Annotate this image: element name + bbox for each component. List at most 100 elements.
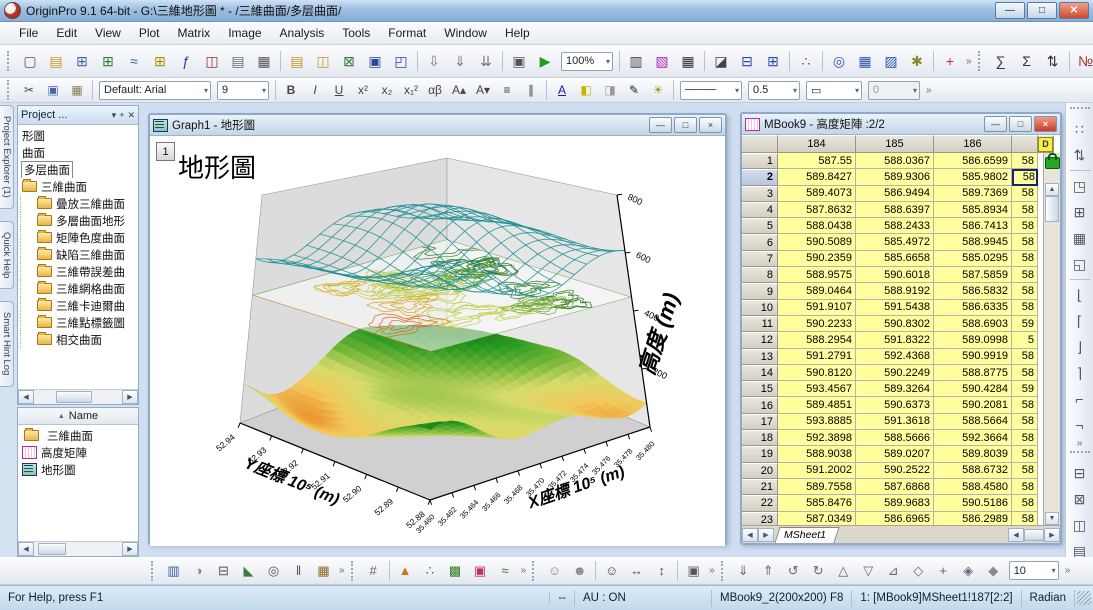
dropdown-arrow-icon[interactable]: ▾ [732,86,739,95]
panel-menu-icon[interactable]: ▾ [112,110,117,121]
worksheet-query-icon[interactable]: ▦ [853,49,877,73]
column-header[interactable]: 186 [934,135,1012,153]
row-header[interactable]: 8 [742,267,778,283]
files-panel-header[interactable]: ▲ Name [18,408,138,425]
duplicate-window-icon[interactable]: ▣ [507,49,531,73]
matrix-cell[interactable]: 58 [1012,153,1038,169]
dropdown-arrow-icon[interactable]: ▾ [790,86,797,95]
merge-layers-icon[interactable]: ◫ [1068,513,1092,537]
arrange-layers-icon[interactable]: ▤ [1068,539,1092,557]
tree-folder-item[interactable]: 矩陣色度曲面 [20,229,138,246]
row-header[interactable]: 18 [742,430,778,446]
matrix-restore-button[interactable]: □ [1009,116,1032,132]
matrix-cell[interactable]: 590.5089 [778,234,856,250]
tree-root-folder[interactable]: 三維曲面 [20,178,138,195]
extract-to-layers-icon[interactable]: ⊟ [1068,461,1092,485]
close-button[interactable]: ✕ [1059,2,1089,19]
new-rb-axes-icon[interactable]: ¬ [1068,413,1092,437]
matrix-cell[interactable]: 585.9802 [934,169,1012,185]
tab-scroll-left-icon[interactable]: ◀ [742,528,758,542]
matrix-cell[interactable]: 588.2954 [778,332,856,348]
font-select[interactable]: Default: Arial▾ [99,81,211,100]
area-chart-icon[interactable]: ◣ [237,560,260,582]
import-wizard-icon[interactable]: ⇩ [422,49,446,73]
line-width-select[interactable]: 0.5▾ [748,81,800,100]
open-file-icon[interactable]: ▤ [285,49,309,73]
matrix-cell[interactable]: 587.5859 [934,267,1012,283]
matrix-cell[interactable]: 588.8775 [934,365,1012,381]
new-workbook-icon[interactable]: ⊞ [70,49,94,73]
matrix-cell[interactable]: 590.9919 [934,349,1012,365]
row-header[interactable]: 9 [742,283,778,299]
matrix-cell[interactable]: 588.6397 [856,202,934,218]
lighting-3d-icon[interactable]: ☀ [647,80,669,101]
rotate-counterclockwise-icon[interactable]: ↺ [782,560,805,582]
stock-chart-icon[interactable]: ‖ [287,560,310,582]
dropdown-arrow-icon[interactable]: ▾ [1049,566,1056,575]
matrix-cell[interactable]: 588.5664 [934,414,1012,430]
project-explorer-toggle-icon[interactable]: ∴ [794,49,818,73]
shrink-3d-icon[interactable]: ◇ [907,560,930,582]
matrix-cell[interactable]: 58 [1012,397,1038,413]
panel-pin-icon[interactable]: + [119,110,124,120]
matrix-cell[interactable]: 589.9683 [856,495,934,511]
row-header[interactable]: 16 [742,397,778,413]
import-ascii-icon[interactable]: ⇓ [448,49,472,73]
new-top-axis-icon[interactable]: ⌈ [1068,309,1092,333]
menu-image[interactable]: Image [219,24,270,42]
matrix-cell[interactable]: 58 [1012,169,1038,185]
data-mode-button[interactable]: D [1038,137,1053,152]
unmask-points-icon[interactable]: ☻ [568,560,591,582]
matrix-cell[interactable]: 58 [1012,365,1038,381]
new-excel-icon[interactable]: ⊞ [96,49,120,73]
stretch-3d-icon[interactable]: ⊿ [882,560,905,582]
format-page-icon[interactable]: ◪ [709,49,733,73]
mask-points-icon[interactable]: ☺ [543,560,566,582]
new-left-axis-icon[interactable]: ⌊ [1068,283,1092,307]
bold-icon[interactable]: B [280,80,302,101]
new-lt-axes-icon[interactable]: ⌐ [1068,387,1092,411]
scroll-up-icon[interactable]: ▲ [1045,183,1059,196]
matrix-cell[interactable]: 592.4368 [856,349,934,365]
matrix-cell[interactable]: 587.8632 [778,202,856,218]
matrix-cell[interactable]: 586.9494 [856,186,934,202]
open-graph-template-icon[interactable]: ◫ [311,49,335,73]
row-header[interactable]: 22 [742,495,778,511]
pie-chart-icon[interactable]: ◑ [187,560,210,582]
rotation-angle-select[interactable]: 10▾ [1009,561,1059,580]
row-header[interactable]: 17 [742,414,778,430]
matrix-cell[interactable]: 586.7413 [934,218,1012,234]
matrix-cell[interactable]: 591.3618 [856,414,934,430]
matrix-cell[interactable]: 589.0464 [778,283,856,299]
matrix-cell[interactable]: 585.6658 [856,251,934,267]
matrix-cell[interactable]: 588.6903 [934,316,1012,332]
box-chart-icon[interactable]: ⊟ [212,560,235,582]
matrix-cell[interactable]: 591.8322 [856,332,934,348]
matrix-cell[interactable]: 586.6965 [856,512,934,525]
tree-folder-item[interactable]: 曡放三維曲面 [20,195,138,212]
arrange-horizontal-icon[interactable]: ⊟ [735,49,759,73]
sum-statistics-icon[interactable]: ∑ [989,49,1013,73]
matrix-cell[interactable]: 589.8427 [778,169,856,185]
maximize-button[interactable]: □ [1027,2,1057,19]
matrix-cell[interactable]: 588.5666 [856,430,934,446]
row-header[interactable]: 3 [742,186,778,202]
copy-icon[interactable]: ▣ [42,80,64,101]
matrix-cell[interactable]: 58 [1012,186,1038,202]
matrix-cell[interactable]: 588.6732 [934,463,1012,479]
sort-icon[interactable]: ▲ [58,413,65,420]
matrix-cell[interactable]: 58 [1012,512,1038,525]
pattern-color-icon[interactable]: ◨ [599,80,621,101]
matrix-cell[interactable]: 586.6599 [934,153,1012,169]
matrix-cell[interactable]: 585.8934 [934,202,1012,218]
tree-folder-item[interactable]: 缺陷三維曲面 [20,246,138,263]
matrix-cell[interactable]: 591.2791 [778,349,856,365]
matrix-cell[interactable]: 589.7369 [934,186,1012,202]
matrix-cell[interactable]: 589.3264 [856,381,934,397]
matrix-cell[interactable]: 58 [1012,430,1038,446]
row-header[interactable]: 10 [742,300,778,316]
files-list-hscrollbar[interactable]: ◀ ▶ [18,541,138,556]
matrix-sheet[interactable]: 184185186D 1587.55588.0367586.6599582589… [742,135,1060,543]
image-plot-icon[interactable]: ▣ [469,560,492,582]
matrix-cell[interactable]: 587.6868 [856,479,934,495]
